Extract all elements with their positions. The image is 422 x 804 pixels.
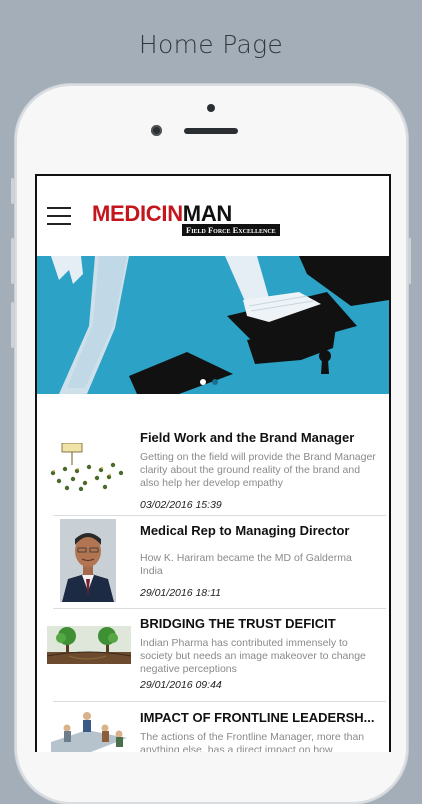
- article-summary: How K. Hariram became the MD of Galderma…: [140, 552, 352, 577]
- phone-speaker: [184, 128, 238, 134]
- portrait-photo-icon: [60, 519, 116, 602]
- page-caption: Home Page: [138, 30, 284, 59]
- app-screen: MEDICINMAN Field Force Excellence Field …: [35, 174, 391, 752]
- divider: [53, 515, 386, 516]
- logo-text-black: MAN: [182, 201, 233, 226]
- phone-side-button: [408, 238, 411, 284]
- article-item[interactable]: IMPACT OF FRONTLINE LEADERSH... The acti…: [37, 708, 389, 752]
- article-title[interactable]: IMPACT OF FRONTLINE LEADERSH...: [140, 710, 380, 725]
- trees-bridge-icon: [47, 626, 131, 664]
- team-leader-icon: [47, 708, 131, 752]
- app-header: MEDICINMAN Field Force Excellence: [37, 176, 389, 256]
- article-item[interactable]: Field Work and the Brand Manager Getting…: [37, 430, 389, 522]
- phone-side-button: [11, 178, 14, 204]
- phone-sensor: [207, 104, 215, 112]
- logo-tagline: Field Force Excellence: [182, 224, 280, 236]
- hero-carousel[interactable]: [37, 256, 389, 394]
- phone-camera: [151, 125, 162, 136]
- phone-side-button: [11, 238, 14, 284]
- article-date: 29/01/2016 18:11: [140, 587, 221, 599]
- article-title[interactable]: Field Work and the Brand Manager: [140, 430, 380, 445]
- divider: [53, 608, 386, 609]
- field-markers-icon: [50, 443, 124, 491]
- app-logo: MEDICINMAN Field Force Excellence: [92, 203, 287, 237]
- menu-icon[interactable]: [47, 207, 71, 225]
- article-title[interactable]: Medical Rep to Managing Director: [140, 523, 380, 538]
- logo-wordmark: MEDICINMAN: [92, 203, 232, 225]
- pager-dot-active[interactable]: [200, 379, 206, 385]
- article-summary: Indian Pharma has contributed immensely …: [140, 637, 366, 675]
- carousel-pager: [200, 372, 224, 390]
- phone-side-button: [11, 302, 14, 348]
- logo-text-red: MEDICIN: [92, 201, 183, 226]
- pager-dot[interactable]: [212, 379, 218, 385]
- article-summary: Getting on the field will provide the Br…: [140, 451, 376, 489]
- divider: [53, 701, 386, 702]
- article-item[interactable]: Medical Rep to Managing Director How K. …: [37, 519, 389, 615]
- article-date: 29/01/2016 09:44: [140, 679, 222, 691]
- article-summary: The actions of the Frontline Manager, mo…: [140, 731, 365, 752]
- article-date: 03/02/2016 15:39: [140, 499, 222, 511]
- article-title[interactable]: BRIDGING THE TRUST DEFICIT: [140, 616, 380, 631]
- article-item[interactable]: BRIDGING THE TRUST DEFICIT Indian Pharma…: [37, 616, 389, 708]
